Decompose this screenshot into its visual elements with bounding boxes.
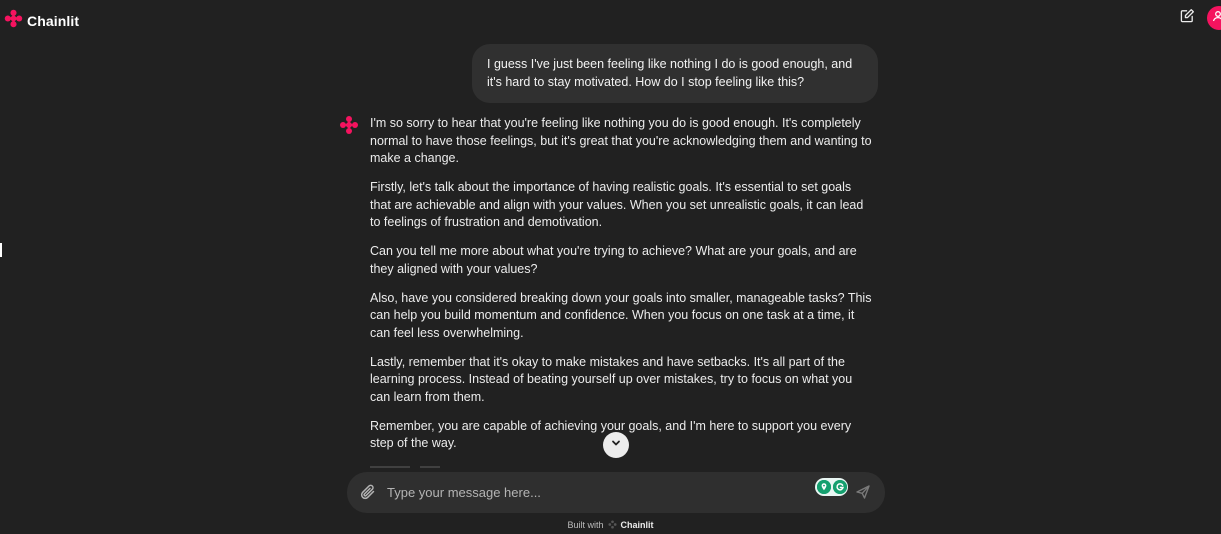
user-message: I guess I've just been feeling like noth…: [472, 44, 878, 103]
location-pin-icon: [816, 480, 831, 494]
message-list: I guess I've just been feeling like noth…: [0, 36, 1221, 468]
chainlit-logo-icon: [4, 9, 23, 33]
scroll-to-bottom-button[interactable]: [603, 432, 629, 458]
assistant-paragraph: Lastly, remember that it's okay to make …: [370, 354, 853, 404]
grammarly-icon: [832, 480, 847, 494]
message-composer: [347, 472, 885, 513]
attach-file-button[interactable]: [359, 483, 377, 501]
built-with-label: Built with: [567, 520, 604, 530]
footer-brand-link[interactable]: Chainlit: [621, 520, 654, 530]
new-chat-button[interactable]: [1178, 9, 1196, 27]
assistant-paragraph: Can you tell me more about what you're t…: [370, 244, 857, 276]
message-input[interactable]: [387, 481, 807, 503]
send-button[interactable]: [855, 484, 873, 502]
assistant-avatar-icon: [339, 115, 359, 140]
assistant-paragraph: I'm so sorry to hear that you're feeling…: [370, 116, 872, 165]
browser-extension-badges[interactable]: [815, 478, 848, 496]
paperclip-icon: [359, 484, 377, 505]
send-icon: [855, 485, 871, 504]
assistant-paragraph: Firstly, let's talk about the importance…: [370, 180, 864, 229]
chevron-down-icon: [610, 436, 622, 454]
assistant-paragraph: Also, have you considered breaking down …: [370, 290, 872, 340]
user-icon: [1212, 9, 1221, 27]
app-header: Chainlit: [0, 0, 1221, 36]
edit-icon: [1180, 8, 1195, 28]
user-avatar-button[interactable]: [1207, 6, 1221, 30]
chainlit-footer-logo-icon: [607, 519, 617, 531]
assistant-message: I'm so sorry to hear that you're feeling…: [370, 115, 875, 464]
footer: Built with Chainlit: [0, 518, 1221, 532]
brand[interactable]: Chainlit: [4, 9, 79, 33]
app-name: Chainlit: [27, 13, 80, 29]
truncated-text-hint: [370, 466, 440, 468]
